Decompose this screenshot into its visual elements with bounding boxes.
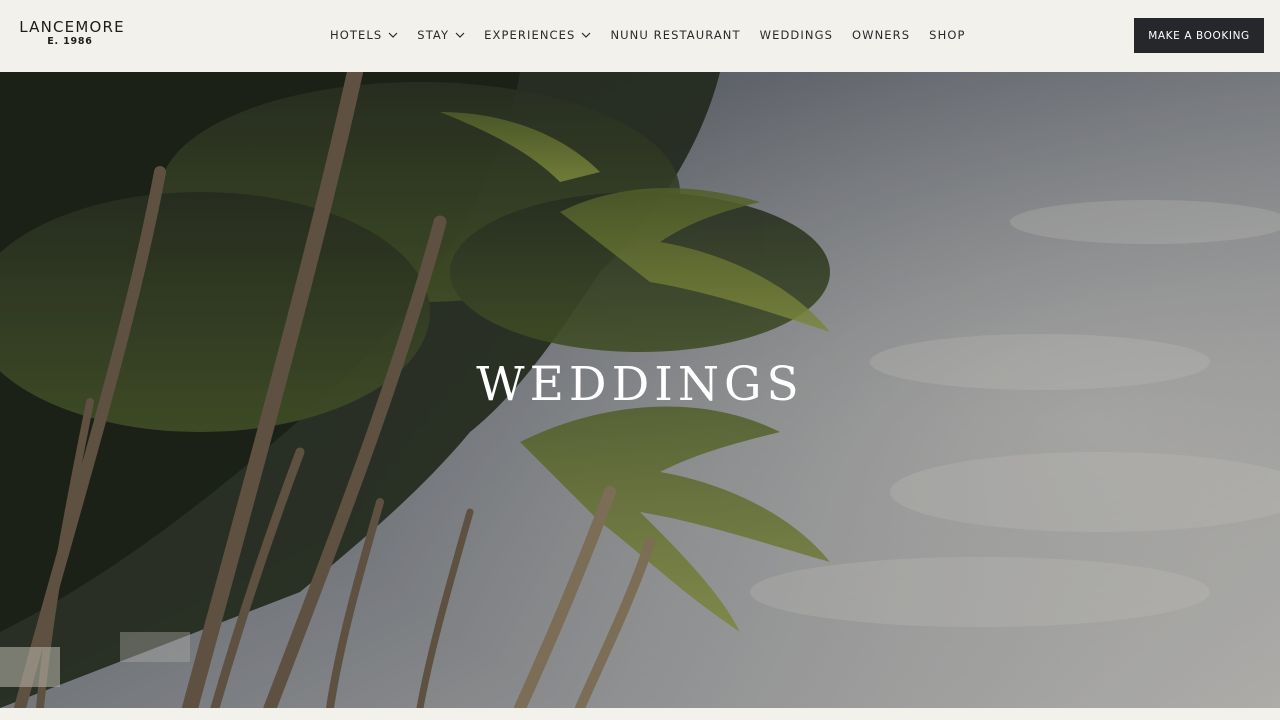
nav-item-nunu-restaurant[interactable]: NUNU RESTAURANT <box>610 28 740 42</box>
nav-item-label: WEDDINGS <box>759 28 833 42</box>
hero-banner: WEDDINGS <box>0 72 1280 708</box>
nav-item-label: NUNU RESTAURANT <box>610 28 741 42</box>
nav-item-hotels[interactable]: HOTELS <box>330 28 398 42</box>
nav-item-label: STAY <box>417 28 450 42</box>
main-nav: HOTELS STAY EXPERIENCES NUNU RESTAURANT … <box>330 27 985 43</box>
nav-item-owners[interactable]: OWNERS <box>852 28 910 42</box>
nav-item-label: HOTELS <box>330 28 383 42</box>
nav-item-experiences[interactable]: EXPERIENCES <box>484 28 591 42</box>
nav-item-label: SHOP <box>929 28 966 42</box>
brand-name: LANCEMORE <box>19 18 125 36</box>
nav-item-shop[interactable]: SHOP <box>929 28 965 42</box>
nav-item-weddings[interactable]: WEDDINGS <box>760 28 833 42</box>
chevron-down-icon <box>455 31 465 39</box>
nav-item-label: OWNERS <box>851 28 911 42</box>
nav-item-label: EXPERIENCES <box>484 28 576 42</box>
brand-established: E. 1986 <box>47 36 93 47</box>
chevron-down-icon <box>388 31 398 39</box>
make-a-booking-button[interactable]: MAKE A BOOKING <box>1134 18 1264 53</box>
nav-item-stay[interactable]: STAY <box>417 28 465 42</box>
page-content-start <box>0 708 1280 720</box>
site-header: LANCEMORE E. 1986 HOTELS STAY EXPERIENCE… <box>0 0 1280 72</box>
brand-logo[interactable]: LANCEMORE E. 1986 <box>17 18 127 48</box>
chevron-down-icon <box>581 31 591 39</box>
hero-title: WEDDINGS <box>476 357 804 412</box>
